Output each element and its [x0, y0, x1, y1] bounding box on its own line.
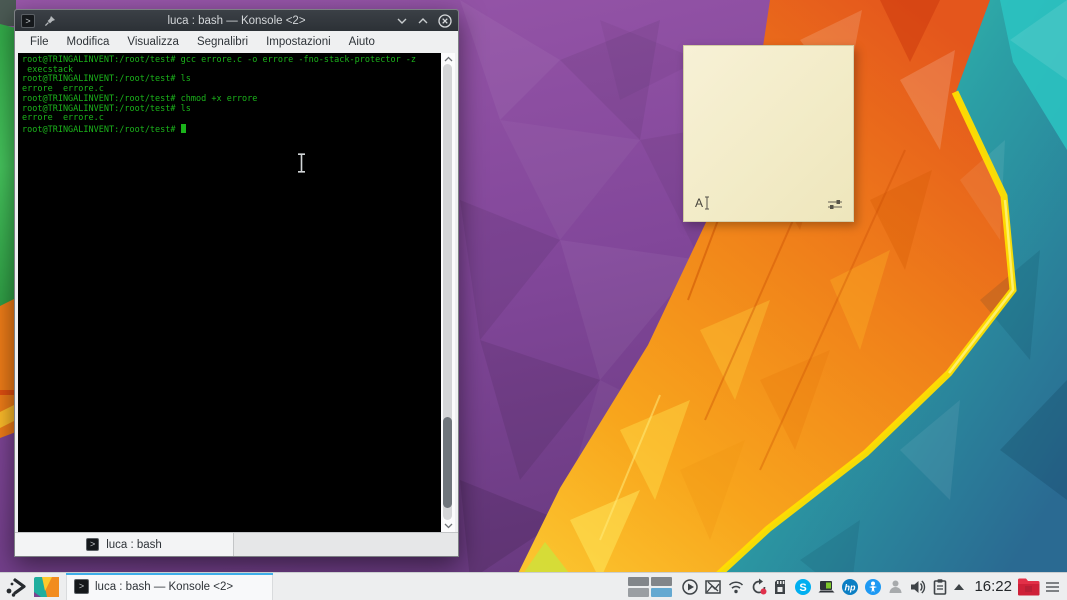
- maximize-button[interactable]: [417, 17, 429, 25]
- scroll-down-icon[interactable]: [441, 523, 455, 531]
- task-label: luca : bash — Konsole <2>: [95, 580, 234, 593]
- terminal-area: root@TRINGALINVENT:/root/test# gcc error…: [18, 53, 455, 532]
- terminal-cursor: [180, 123, 186, 133]
- svg-text:hp: hp: [845, 582, 856, 592]
- close-button[interactable]: [438, 13, 452, 28]
- scrollbar-thumb[interactable]: [443, 417, 452, 509]
- menu-impostazioni[interactable]: Impostazioni: [257, 36, 340, 48]
- menubar: File Modifica Visualizza Segnalibri Impo…: [15, 31, 458, 53]
- tab-luca-bash[interactable]: > luca : bash: [15, 533, 234, 556]
- active-task-indicator: [66, 572, 273, 575]
- app-launcher-icon[interactable]: [4, 576, 28, 598]
- desktop: > luca : bash — Konsole <2> File Modific…: [0, 0, 1067, 600]
- hp-printer-icon[interactable]: hp: [841, 578, 859, 596]
- terminal-output[interactable]: root@TRINGALINVENT:/root/test# gcc error…: [18, 53, 441, 532]
- volume-icon[interactable]: [909, 578, 927, 596]
- titlebar[interactable]: > luca : bash — Konsole <2>: [15, 10, 458, 31]
- updates-icon[interactable]: [750, 578, 768, 596]
- taskbar-task-konsole[interactable]: > luca : bash — Konsole <2>: [66, 572, 273, 600]
- system-tray: S hp: [681, 578, 965, 596]
- scroll-up-icon[interactable]: [441, 54, 455, 62]
- pin-icon[interactable]: [44, 15, 56, 27]
- menu-file[interactable]: File: [21, 36, 58, 48]
- terminal-line: root@TRINGALINVENT:/root/test# gcc error…: [22, 55, 417, 65]
- konsole-app-icon: >: [21, 13, 35, 28]
- text-caret-icon: [705, 196, 710, 210]
- panel-menu-icon[interactable]: [1045, 581, 1060, 593]
- sticky-note-widget[interactable]: A: [683, 45, 854, 222]
- tab-terminal-icon: >: [86, 538, 100, 551]
- battery-icon[interactable]: [817, 578, 836, 596]
- menu-modifica[interactable]: Modifica: [58, 36, 119, 48]
- tab-label: luca : bash: [106, 538, 162, 551]
- konsole-window: > luca : bash — Konsole <2> File Modific…: [14, 9, 459, 557]
- virtual-desktop-pager[interactable]: [628, 576, 673, 597]
- info-icon[interactable]: [864, 578, 882, 596]
- svg-text:S: S: [800, 582, 807, 594]
- clock[interactable]: 16:22: [974, 578, 1012, 595]
- desktop-folder-icon[interactable]: [34, 576, 59, 598]
- clipboard-icon[interactable]: [932, 578, 948, 596]
- minimize-button[interactable]: [396, 17, 408, 25]
- mouse-ibeam-cursor: [296, 153, 307, 173]
- menu-aiuto[interactable]: Aiuto: [340, 36, 384, 48]
- terminal-line: errore errore.c: [22, 113, 104, 124]
- media-player-icon[interactable]: [681, 578, 699, 596]
- expand-tray-icon[interactable]: [953, 583, 965, 591]
- skype-icon[interactable]: S: [794, 578, 812, 596]
- terminal-prompt-line: root@TRINGALINVENT:/root/test#: [22, 123, 441, 136]
- note-text[interactable]: A: [695, 196, 710, 210]
- window-title: luca : bash — Konsole <2>: [167, 14, 306, 27]
- user-switch-icon[interactable]: [887, 578, 904, 595]
- taskbar-panel: > luca : bash — Konsole <2> S hp 16:22: [0, 572, 1067, 600]
- red-folder-icon[interactable]: [1017, 577, 1040, 597]
- menu-segnalibri[interactable]: Segnalibri: [188, 36, 257, 48]
- note-settings-icon[interactable]: [828, 199, 842, 210]
- task-terminal-icon: >: [74, 579, 89, 594]
- terminal-scrollbar[interactable]: [441, 53, 455, 532]
- tab-bar: > luca : bash: [15, 532, 458, 556]
- menu-visualizza[interactable]: Visualizza: [118, 36, 188, 48]
- device-notifier-icon[interactable]: [773, 578, 789, 596]
- wifi-icon[interactable]: [727, 578, 745, 596]
- image-frame-icon[interactable]: [704, 578, 722, 596]
